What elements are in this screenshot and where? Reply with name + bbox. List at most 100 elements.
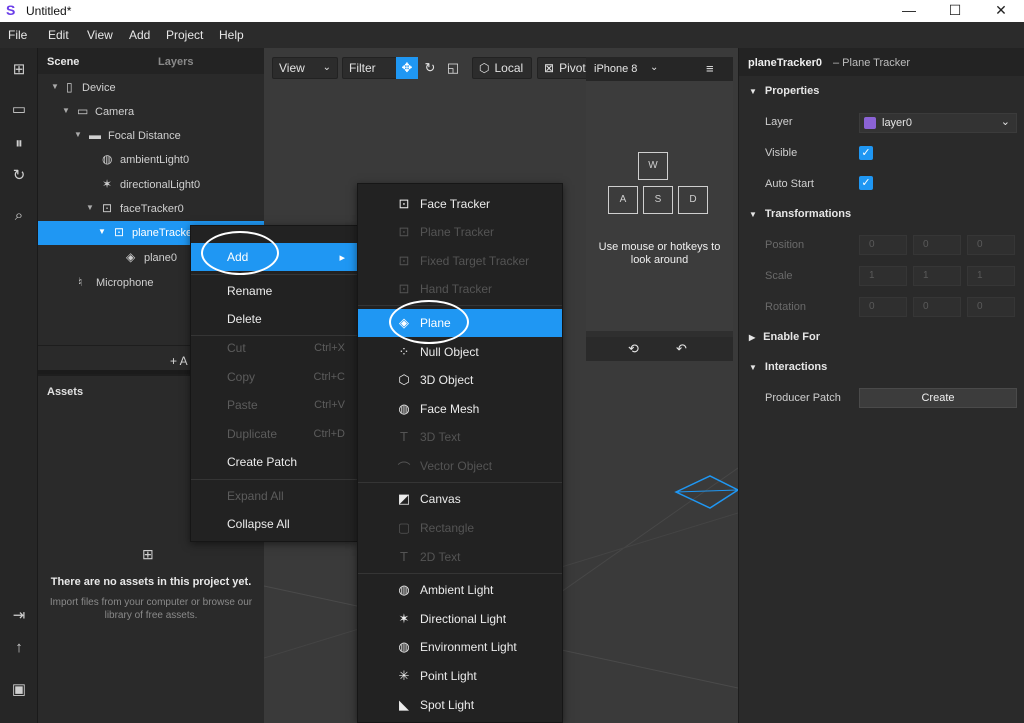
rotate-device-icon[interactable]: ↶ bbox=[676, 341, 687, 357]
vector-icon: ⌒ bbox=[397, 461, 411, 476]
tab-scene[interactable]: Scene bbox=[47, 56, 79, 68]
menu-bar: File Edit View Add Project Help bbox=[0, 22, 1024, 48]
device-selector[interactable]: iPhone 8 bbox=[594, 63, 637, 75]
submenu-item-spot-light[interactable]: ◣ Spot Light bbox=[358, 691, 562, 719]
submenu-item-2d-text: T 2D Text bbox=[358, 543, 562, 571]
move-tool-icon[interactable]: ✥ bbox=[396, 57, 418, 79]
create-patch-button[interactable]: Create bbox=[859, 388, 1017, 408]
position-x-field: 0 bbox=[859, 235, 907, 255]
section-transformations[interactable]: ▼ Transformations bbox=[749, 208, 851, 220]
layer-color-swatch bbox=[864, 117, 876, 129]
object-name: planeTracker0 bbox=[748, 57, 822, 69]
menu-project[interactable]: Project bbox=[166, 28, 203, 42]
section-enable-for[interactable]: ▶ Enable For bbox=[749, 331, 820, 343]
section-interactions[interactable]: ▼ Interactions bbox=[749, 361, 827, 373]
add-folder-icon[interactable]: ⊞ bbox=[142, 546, 154, 563]
restart-icon[interactable]: ⟲ bbox=[628, 341, 639, 357]
auto-start-checkbox[interactable]: ✓ bbox=[859, 176, 873, 190]
assets-empty-description: Import files from your computer or brows… bbox=[49, 597, 253, 621]
submenu-item-null-object[interactable]: ⁘ Null Object bbox=[358, 338, 562, 366]
globe-icon: ◍ bbox=[398, 401, 410, 416]
target-tracker-icon: ⊡ bbox=[398, 253, 410, 268]
submenu-item-canvas[interactable]: ◩ Canvas bbox=[358, 485, 562, 513]
submenu-item-environment-light[interactable]: ◍ Environment Light bbox=[358, 633, 562, 661]
position-label: Position bbox=[765, 239, 805, 251]
add-submenu: ⊡ Face Tracker ⊡ Plane Tracker ⊡ Fixed Targ… bbox=[357, 183, 563, 723]
send-to-device-icon[interactable]: ⇥ bbox=[9, 606, 29, 626]
pivot-icon: ⊠ bbox=[544, 61, 555, 75]
minimize-button[interactable]: — bbox=[886, 0, 932, 22]
rotation-label: Rotation bbox=[765, 301, 806, 313]
scene-tabs: Scene Layers bbox=[38, 48, 264, 74]
pivot-toggle[interactable]: ⊠ Pivot bbox=[537, 57, 593, 79]
cube-icon: ⬡ bbox=[479, 61, 490, 75]
upload-icon[interactable]: ↑ bbox=[9, 638, 29, 658]
submenu-item-rectangle: ▢ Rectangle bbox=[397, 520, 475, 535]
null-object-icon: ⁘ bbox=[398, 344, 410, 359]
refresh-icon[interactable]: ↻ bbox=[9, 166, 29, 186]
section-properties[interactable]: ▼ Properties bbox=[749, 85, 819, 97]
context-item-create-patch[interactable]: Create Patch bbox=[191, 448, 357, 476]
tree-item-ambient-light[interactable]: ◍ ambientLight0 bbox=[38, 148, 264, 172]
position-z-field: 0 bbox=[967, 235, 1015, 255]
scale-z-field: 1 bbox=[967, 266, 1015, 286]
key-s: S bbox=[643, 186, 673, 214]
scale-tool-icon[interactable]: ◱ bbox=[442, 57, 464, 79]
key-w: W bbox=[638, 152, 668, 180]
key-a: A bbox=[608, 186, 638, 214]
video-icon[interactable]: ▭ bbox=[9, 100, 29, 120]
visible-checkbox[interactable]: ✓ bbox=[859, 146, 873, 160]
triangle-down-icon: ▼ bbox=[749, 87, 757, 96]
context-item-rename[interactable]: Rename bbox=[191, 277, 357, 305]
globe-icon: ◍ bbox=[398, 582, 410, 597]
camera-icon: ▭ bbox=[77, 104, 89, 118]
tab-layers[interactable]: Layers bbox=[158, 56, 193, 68]
tree-item-camera[interactable]: ▼ ▭ Camera bbox=[38, 100, 264, 124]
submenu-item-face-tracker[interactable]: ⊡ Face Tracker bbox=[358, 190, 562, 218]
menu-help[interactable]: Help bbox=[219, 28, 244, 42]
context-item-expand-all: Expand All bbox=[227, 489, 284, 503]
close-button[interactable]: ✕ bbox=[978, 0, 1024, 22]
menu-file[interactable]: File bbox=[8, 28, 27, 42]
add-object-button[interactable]: + A bbox=[170, 354, 188, 368]
cube-icon: ⬡ bbox=[398, 372, 410, 387]
scale-label: Scale bbox=[765, 270, 793, 282]
pause-icon[interactable]: ⏸ bbox=[9, 134, 29, 154]
menu-add[interactable]: Add bbox=[129, 28, 150, 42]
triangle-down-icon: ▼ bbox=[749, 210, 757, 219]
directional-light-icon: ✶ bbox=[102, 177, 113, 191]
submenu-item-ambient-light[interactable]: ◍ Ambient Light bbox=[358, 576, 562, 604]
face-tracker-icon: ⊡ bbox=[398, 196, 410, 211]
rotate-tool-icon[interactable]: ↻ bbox=[419, 57, 441, 79]
simulator-header: iPhone 8 ⌄ ≡ bbox=[586, 57, 733, 81]
tree-item-directional-light[interactable]: ✶ directionalLight0 bbox=[38, 173, 264, 197]
submenu-item-directional-light[interactable]: ✶ Directional Light bbox=[358, 605, 562, 633]
layout-icon[interactable]: ⊞ bbox=[9, 60, 29, 80]
view-dropdown[interactable]: View ⌄ bbox=[272, 57, 338, 79]
layer-dropdown[interactable]: layer0 ⌄ bbox=[859, 113, 1017, 133]
chevron-right-icon: ▸ bbox=[339, 252, 345, 264]
rotation-y-field: 0 bbox=[913, 297, 961, 317]
context-item-collapse-all[interactable]: Collapse All bbox=[191, 510, 357, 538]
visible-label: Visible bbox=[765, 147, 798, 159]
tree-item-focal-distance[interactable]: ▼ ▬ Focal Distance bbox=[38, 124, 264, 148]
menu-edit[interactable]: Edit bbox=[48, 28, 69, 42]
simulator-screen[interactable]: W A S D Use mouse or hotkeys to look aro… bbox=[586, 81, 733, 331]
submenu-item-face-mesh[interactable]: ◍ Face Mesh bbox=[358, 395, 562, 423]
menu-icon[interactable]: ≡ bbox=[706, 61, 714, 76]
library-icon[interactable]: ▣ bbox=[9, 680, 29, 700]
tree-item-face-tracker[interactable]: ▼ ⊡ faceTracker0 bbox=[38, 197, 264, 221]
search-icon[interactable]: ⌕ bbox=[9, 206, 29, 226]
submenu-item-3d-object[interactable]: ⬡ 3D Object bbox=[358, 366, 562, 394]
submenu-item-point-light[interactable]: ✳ Point Light bbox=[358, 662, 562, 690]
local-toggle[interactable]: ⬡ Local bbox=[472, 57, 532, 79]
triangle-right-icon: ▶ bbox=[749, 333, 756, 342]
assets-header: Assets bbox=[47, 386, 84, 398]
left-toolbar: ⊞ ▭ ⏸ ↻ ⌕ ⇥ ↑ ▣ bbox=[0, 48, 38, 723]
chevron-down-icon: ⌄ bbox=[1000, 116, 1010, 128]
tree-item-device[interactable]: ▼ ▯ Device bbox=[38, 76, 264, 100]
submenu-item-plane-tracker: ⊡ Plane Tracker bbox=[358, 218, 562, 246]
maximize-button[interactable]: ☐ bbox=[932, 0, 978, 22]
context-item-delete[interactable]: Delete bbox=[191, 305, 357, 333]
menu-view[interactable]: View bbox=[87, 28, 113, 42]
